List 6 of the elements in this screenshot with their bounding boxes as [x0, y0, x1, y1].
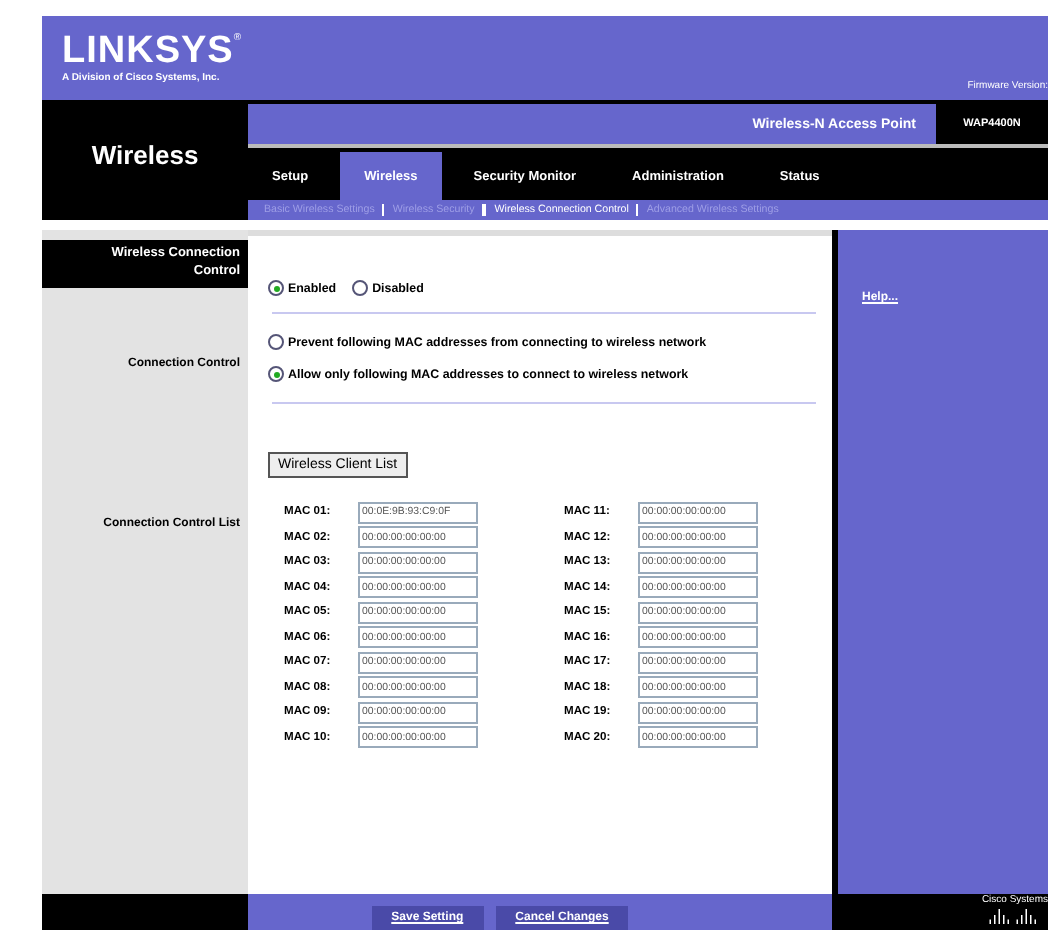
section-title: Wireless	[91, 139, 199, 169]
radio-button[interactable]	[268, 334, 284, 350]
radio-button[interactable]	[268, 366, 284, 382]
radio-button[interactable]	[352, 280, 369, 296]
radio-button[interactable]	[268, 280, 284, 296]
linksys-logo: LINKSYS	[62, 32, 234, 72]
